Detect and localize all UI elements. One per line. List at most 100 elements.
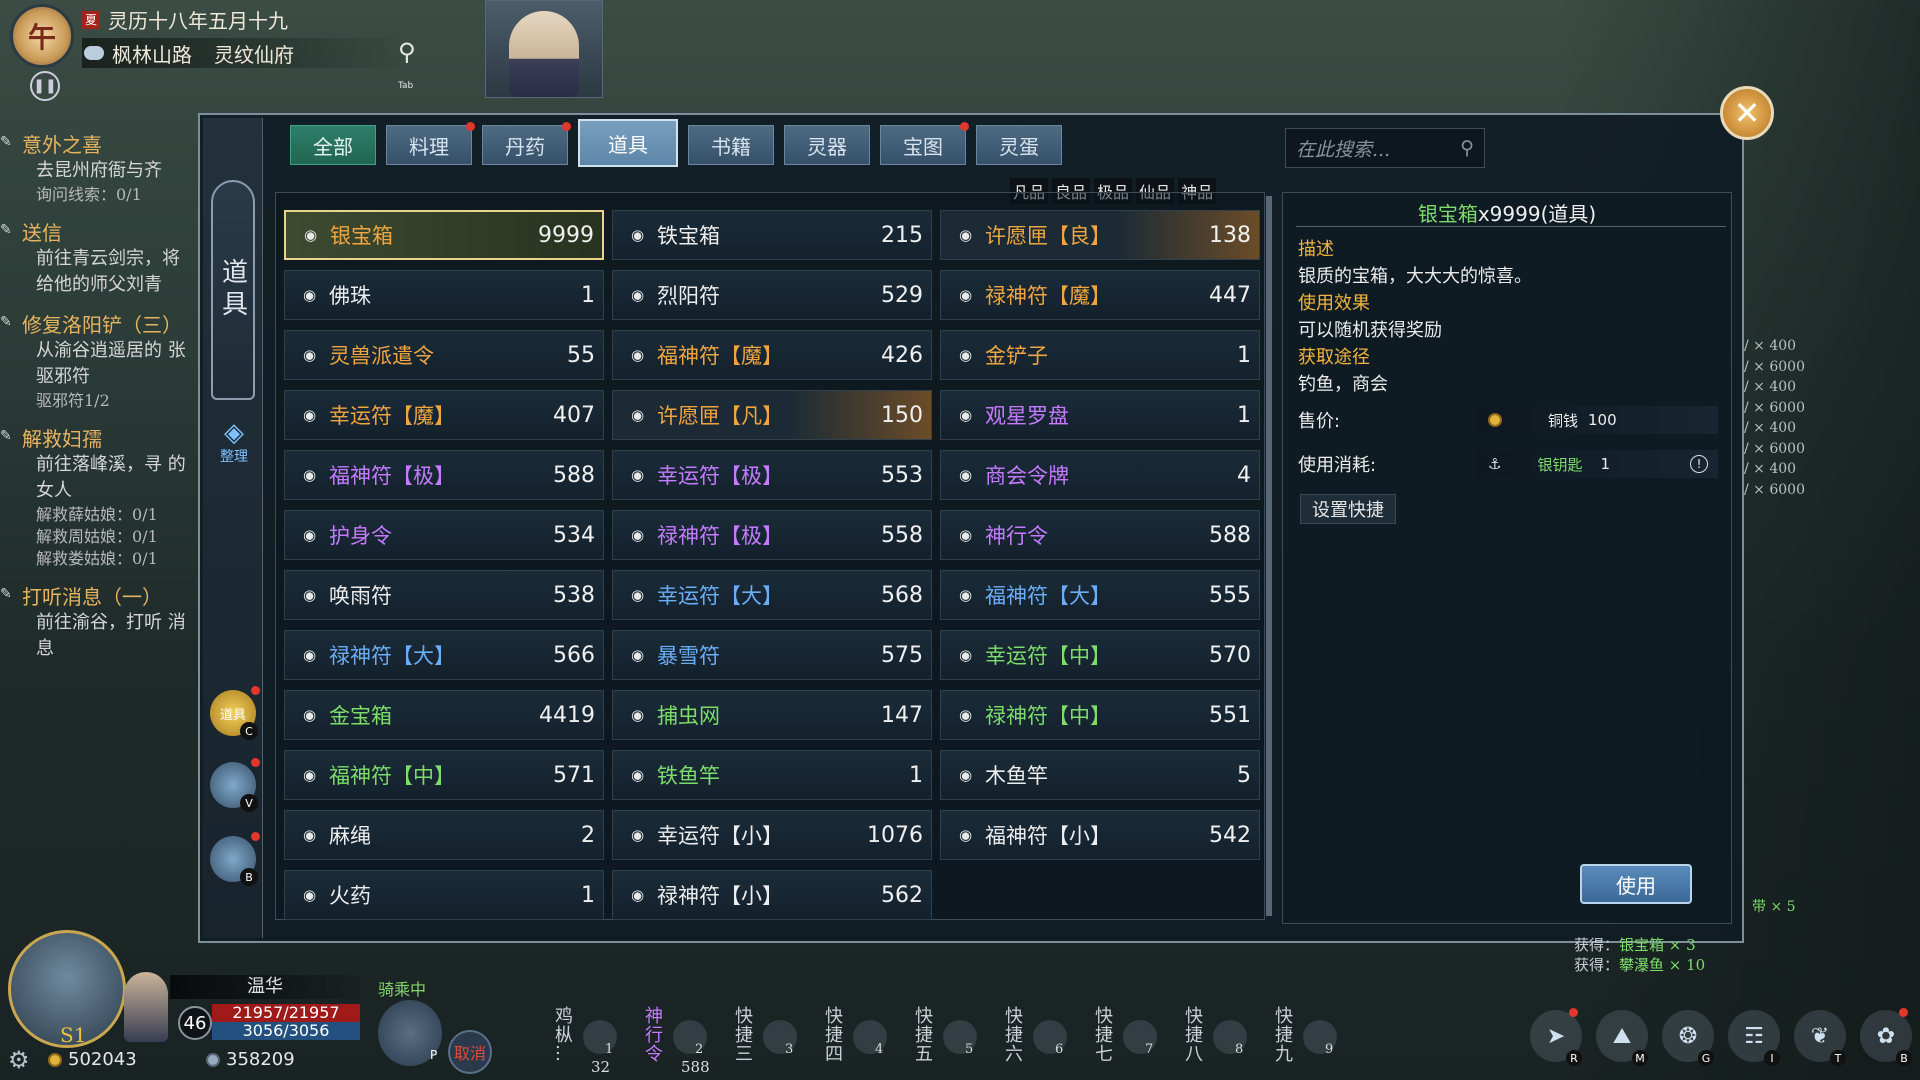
sidebar-category-1[interactable]: V (210, 758, 260, 812)
pause-button[interactable]: ❚❚ (30, 71, 60, 101)
hotbar-slot-6[interactable]: 快捷六 6 (995, 1000, 1085, 1080)
inventory-item[interactable]: ◉ 烈阳符 529 (612, 270, 932, 320)
inventory-item[interactable]: ◉ 金宝箱 4419 (284, 690, 604, 740)
tab-0[interactable]: 全部 (290, 125, 376, 165)
npc-portrait[interactable] (485, 0, 603, 98)
sidebar-category-2[interactable]: B (210, 832, 260, 886)
hotbar-slot-8[interactable]: 快捷八 8 (1175, 1000, 1265, 1080)
tab-1[interactable]: 料理 (386, 122, 475, 165)
inventory-item[interactable]: ◉ 神行令 588 (940, 510, 1260, 560)
tab-label: 灵器 (807, 134, 847, 159)
hotbar-label: 神行令 (642, 1006, 663, 1063)
price-value: 100 (1588, 411, 1617, 429)
sort-button[interactable]: ◈ 整理 (212, 420, 256, 470)
map-icon: ⛰ (1612, 1023, 1632, 1049)
inventory-item[interactable]: ◉ 麻绳 2 (284, 810, 604, 860)
hotbar-slot-7[interactable]: 快捷七 7 (1085, 1000, 1175, 1080)
cloud-icon (84, 46, 104, 60)
menu-button-M[interactable]: ⛰ M (1596, 1010, 1648, 1066)
inventory-item[interactable]: ◉ 禄神符【极】 558 (612, 510, 932, 560)
inventory-item[interactable]: ◉ 暴雪符 575 (612, 630, 932, 680)
inventory-item[interactable]: ◉ 木鱼竿 5 (940, 750, 1260, 800)
cost-row: 使用消耗: ⚓ 银钥匙 1 ! (1298, 450, 1718, 478)
inventory-item[interactable]: ◉ 银宝箱 9999 (284, 210, 604, 260)
inventory-item[interactable]: ◉ 护身令 534 (284, 510, 604, 560)
menu-button-B[interactable]: ✿ B (1860, 1008, 1912, 1066)
set-shortcut-button[interactable]: 设置快捷 (1300, 494, 1396, 524)
quest-entry[interactable]: ✎ 打听消息（一） 前往渝谷，打听 消息 (0, 580, 200, 662)
inventory-item[interactable]: ◉ 观星罗盘 1 (940, 390, 1260, 440)
quest-desc: 去昆州府衙与齐 (36, 160, 162, 181)
inventory-item[interactable]: ◉ 唤雨符 538 (284, 570, 604, 620)
grid-scrollbar[interactable] (1266, 196, 1272, 916)
item-name: 福神符【极】 (329, 464, 455, 488)
close-button[interactable]: ✕ (1720, 86, 1774, 140)
inventory-item[interactable]: ◉ 火药 1 (284, 870, 604, 920)
quest-entry[interactable]: ✎ 修复洛阳铲（三） 从渝谷逍遥居的 张驱邪符 驱邪符1/2 (0, 308, 200, 412)
hotkey-badge: B (240, 868, 258, 886)
tab-3[interactable]: 道具 (578, 119, 678, 167)
hotbar-count: 32 (591, 1058, 611, 1076)
inventory-item[interactable]: ◉ 金铲子 1 (940, 330, 1260, 380)
obtain-tail: 带 × 5 (1752, 899, 1796, 915)
hotbar-slot-5[interactable]: 快捷五 5 (905, 1000, 995, 1080)
inventory-item[interactable]: ◉ 商会令牌 4 (940, 450, 1260, 500)
inventory-item[interactable]: ◉ 幸运符【中】 570 (940, 630, 1260, 680)
inventory-item[interactable]: ◉ 福神符【极】 588 (284, 450, 604, 500)
inventory-item[interactable]: ◉ 幸运符【小】 1076 (612, 810, 932, 860)
inventory-item[interactable]: ◉ 禄神符【大】 566 (284, 630, 604, 680)
quest-entry[interactable]: ✎ 意外之喜 去昆州府衙与齐 询问线索：0/1 (0, 128, 200, 206)
item-bag-icon: ◉ (631, 526, 645, 544)
obtain-prefix: 获得： (1574, 936, 1620, 954)
inventory-item[interactable]: ◉ 灵兽派遣令 55 (284, 330, 604, 380)
quest-entry[interactable]: ✎ 送信 前往青云剑宗，将 给他的师父刘青 (0, 216, 200, 298)
hotbar-slot-2[interactable]: 神行令 2 588 (635, 1000, 725, 1080)
item-name: 神行令 (985, 524, 1048, 548)
inventory-item[interactable]: ◉ 许愿匣【凡】 150 (612, 390, 932, 440)
use-button[interactable]: 使用 (1580, 864, 1692, 904)
quest-title-row: ✎ 修复洛阳铲（三） (0, 308, 200, 338)
hotbar-slot-4[interactable]: 快捷四 4 (815, 1000, 905, 1080)
quest-entry[interactable]: ✎ 解救妇孺 前往落峰溪，寻 的女人 解救薛姑娘：0/1 解救周姑娘：0/1 解救娄姑娘… (0, 422, 200, 570)
npc-face (509, 11, 579, 97)
cancel-riding-button[interactable]: 取消 (448, 1030, 492, 1074)
menu-button-R[interactable]: ➤ R (1530, 1008, 1582, 1066)
search-input[interactable]: 在此搜索... ⚲ (1285, 128, 1485, 168)
hotbar-slot-9[interactable]: 快捷九 9 (1265, 1000, 1355, 1080)
inventory-item[interactable]: ◉ 幸运符【极】 553 (612, 450, 932, 500)
inventory-item[interactable]: ◉ 佛珠 1 (284, 270, 604, 320)
item-count: 558 (881, 522, 923, 548)
menu-button-I[interactable]: ☶ I (1728, 1010, 1780, 1066)
tab-2[interactable]: 丹药 (482, 122, 571, 165)
inventory-item[interactable]: ◉ 福神符【大】 555 (940, 570, 1260, 620)
tab-7[interactable]: 灵蛋 (976, 125, 1062, 165)
inventory-item[interactable]: ◉ 福神符【魔】 426 (612, 330, 932, 380)
tab-5[interactable]: 灵器 (784, 125, 870, 165)
key-item-icon: ⚓ (1488, 455, 1502, 473)
item-name: 禄神符【极】 (657, 524, 783, 548)
inventory-item[interactable]: ◉ 铁鱼竿 1 (612, 750, 932, 800)
info-icon[interactable]: ! (1690, 455, 1708, 473)
inventory-item[interactable]: ◉ 幸运符【大】 568 (612, 570, 932, 620)
inventory-item[interactable]: ◉ 幸运符【魔】 407 (284, 390, 604, 440)
inventory-item[interactable]: ◉ 铁宝箱 215 (612, 210, 932, 260)
menu-button-T[interactable]: ❦ T (1794, 1010, 1846, 1066)
inventory-item[interactable]: ◉ 捕虫网 147 (612, 690, 932, 740)
scrollbar-thumb[interactable] (1266, 196, 1272, 916)
inventory-item[interactable]: ◉ 禄神符【中】 551 (940, 690, 1260, 740)
inventory-item[interactable]: ◉ 许愿匣【良】 138 (940, 210, 1260, 260)
sidebar-category-0[interactable]: 道具 C (210, 686, 260, 740)
menu-button-G[interactable]: ❂ G (1662, 1010, 1714, 1066)
map-search-button[interactable]: ⚲ Tab (398, 38, 436, 91)
companion-avatar[interactable] (124, 972, 168, 1042)
tab-4[interactable]: 书籍 (688, 125, 774, 165)
tab-6[interactable]: 宝图 (880, 122, 969, 165)
item-count: 1076 (867, 822, 923, 848)
inventory-item[interactable]: ◉ 福神符【中】 571 (284, 750, 604, 800)
settings-gear-icon[interactable]: ⚙ (8, 1046, 34, 1074)
inventory-item[interactable]: ◉ 禄神符【魔】 447 (940, 270, 1260, 320)
hotbar-slot-3[interactable]: 快捷三 3 (725, 1000, 815, 1080)
inventory-item[interactable]: ◉ 福神符【小】 542 (940, 810, 1260, 860)
inventory-item[interactable]: ◉ 禄神符【小】 562 (612, 870, 932, 920)
hotbar-slot-1[interactable]: 鸡枞… 1 32 (545, 1000, 635, 1080)
